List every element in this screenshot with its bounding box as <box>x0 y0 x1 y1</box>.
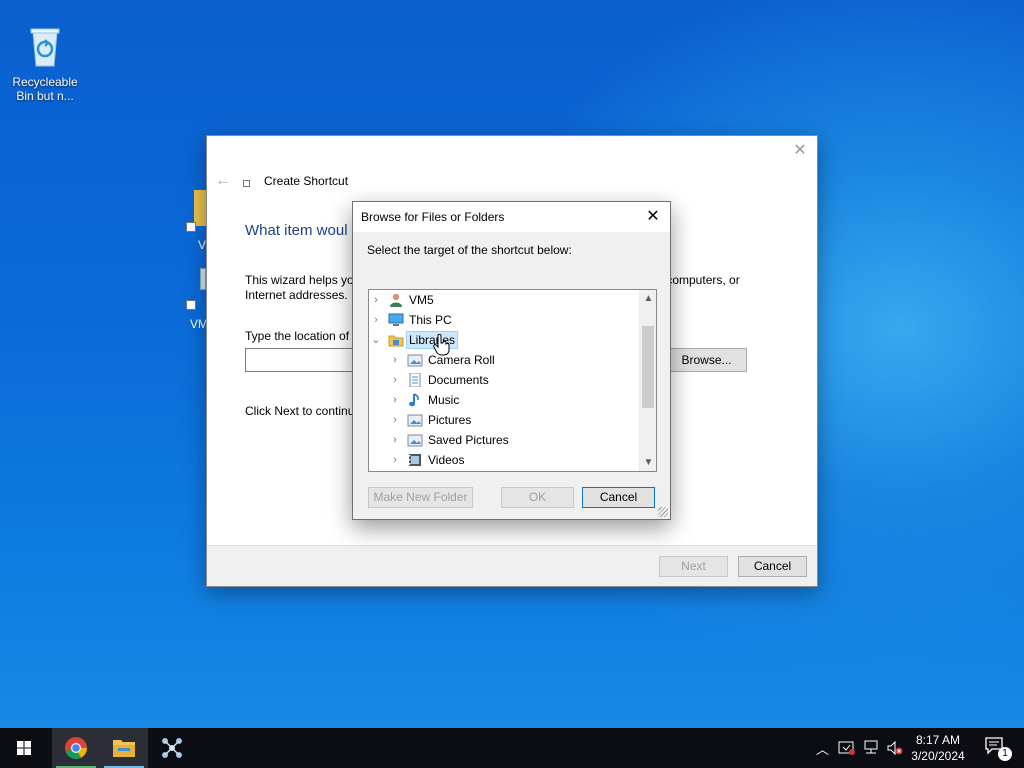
scroll-down-arrow-icon[interactable]: ▼ <box>640 454 656 471</box>
ok-button[interactable]: OK <box>501 487 574 508</box>
tree-item-videos[interactable]: › Videos <box>369 450 637 470</box>
clock-time: 8:17 AM <box>915 733 961 747</box>
chevron-right-icon[interactable]: › <box>389 370 401 390</box>
chevron-down-icon[interactable]: ⌄ <box>370 330 382 350</box>
make-new-folder-button[interactable]: Make New Folder <box>368 487 473 508</box>
hand-cursor-icon <box>433 333 451 356</box>
chevron-right-icon[interactable]: › <box>389 430 401 450</box>
documents-icon <box>407 372 423 388</box>
location-label: Type the location of t <box>245 329 356 343</box>
network-app-icon <box>162 738 182 758</box>
browse-titlebar: Browse for Files or Folders ✕ <box>353 202 670 232</box>
security-icon[interactable] <box>838 740 856 756</box>
tree-item-label: Pictures <box>428 413 472 427</box>
taskbar-file-explorer[interactable] <box>100 728 148 768</box>
clock[interactable]: 8:17 AM 3/20/2024 <box>908 732 968 764</box>
browse-dialog-title: Browse for Files or Folders <box>361 210 505 224</box>
tree-item-vm5[interactable]: › VM5 <box>369 290 637 310</box>
shortcut-arrow-icon <box>186 300 196 310</box>
wizard-footer: Next Cancel <box>207 545 817 586</box>
chevron-right-icon[interactable]: › <box>370 290 382 310</box>
wizard-description-left: This wizard helps you <box>245 273 361 287</box>
picture-library-icon <box>407 433 423 447</box>
tree-item-label: Videos <box>428 453 465 467</box>
libraries-icon <box>388 333 404 347</box>
windows-logo-icon <box>17 741 31 755</box>
chevron-right-icon[interactable]: › <box>389 450 401 470</box>
partial-desktop-icon-2[interactable]: VM <box>186 268 208 332</box>
tree-item-label: Saved Pictures <box>428 433 509 447</box>
chevron-right-icon[interactable]: › <box>370 310 382 330</box>
chevron-right-icon[interactable]: › <box>389 410 401 430</box>
recycle-bin-icon <box>7 24 83 71</box>
wizard-heading: What item woul <box>245 222 348 239</box>
next-button[interactable]: Next <box>659 556 728 577</box>
wizard-title: Create Shortcut <box>264 174 349 188</box>
tree-item-libraries[interactable]: ⌄ Libraries <box>369 330 637 350</box>
network-icon[interactable] <box>862 740 880 756</box>
recycle-bin-desktop-icon[interactable]: Recycleable Bin but n... <box>7 24 83 103</box>
browse-prompt: Select the target of the shortcut below: <box>367 243 572 257</box>
clock-date: 3/20/2024 <box>911 749 965 763</box>
volume-muted-icon[interactable] <box>886 740 904 756</box>
wizard-cancel-button[interactable]: Cancel <box>738 556 807 577</box>
scrollbar-thumb[interactable] <box>642 326 654 408</box>
shortcut-icon <box>243 180 250 187</box>
back-arrow-icon[interactable]: ← <box>215 172 231 190</box>
tree-item-documents[interactable]: › Documents <box>369 370 637 390</box>
taskbar-chrome[interactable] <box>52 728 100 768</box>
notification-count-badge: 1 <box>998 747 1012 761</box>
chevron-up-icon[interactable]: ︿ <box>816 739 829 758</box>
chrome-icon <box>65 737 87 760</box>
picture-library-icon <box>407 353 423 367</box>
scroll-up-arrow-icon[interactable]: ▲ <box>640 290 656 307</box>
tree-item-saved-pictures[interactable]: › Saved Pictures <box>369 430 637 450</box>
tree-item-label: Documents <box>428 373 489 387</box>
browse-close-button[interactable]: ✕ <box>642 206 664 228</box>
picture-library-icon <box>407 413 423 427</box>
wizard-close-button[interactable]: ✕ <box>791 142 809 160</box>
computer-icon <box>388 313 404 327</box>
music-icon <box>407 393 423 407</box>
tree-item-pictures[interactable]: › Pictures <box>369 410 637 430</box>
tree-item-camera-roll[interactable]: › Camera Roll <box>369 350 637 370</box>
recycle-bin-label: Recycleable Bin but n... <box>12 75 78 103</box>
tree-item-label: VM5 <box>409 293 434 307</box>
folder-tree[interactable]: › VM5 › This PC ⌄ Libraries › Camera Rol… <box>368 289 657 472</box>
resize-grip-icon[interactable] <box>658 507 668 517</box>
chevron-right-icon[interactable]: › <box>389 390 401 410</box>
taskbar-network-app[interactable] <box>148 728 196 768</box>
tree-item-label: This PC <box>409 313 452 327</box>
folder-icon <box>194 190 206 226</box>
tree-item-label: Music <box>428 393 460 407</box>
next-hint: Click Next to continu <box>245 404 355 418</box>
wizard-description-line2: Internet addresses. <box>245 288 348 302</box>
system-tray: ︿ <box>812 728 912 768</box>
tree-item-this-pc[interactable]: › This PC <box>369 310 637 330</box>
notification-center-button[interactable]: 1 <box>984 736 1012 761</box>
tree-item-music[interactable]: › Music <box>369 390 637 410</box>
user-icon <box>388 293 404 307</box>
shortcut-arrow-icon <box>186 222 196 232</box>
taskbar: ︿ 8:17 AM 3/20/2024 1 <box>0 728 1024 768</box>
chevron-right-icon[interactable]: › <box>389 350 401 370</box>
partial-icon-label-1: V <box>198 238 207 252</box>
file-explorer-icon <box>113 740 135 757</box>
partial-desktop-icon-1[interactable]: V <box>186 190 207 252</box>
start-button[interactable] <box>0 728 48 768</box>
tree-scrollbar[interactable]: ▲ ▼ <box>639 290 656 471</box>
browse-cancel-button[interactable]: Cancel <box>582 487 655 508</box>
wizard-browse-button[interactable]: Browse... <box>666 348 747 372</box>
videos-icon <box>407 453 423 467</box>
browse-dialog: Browse for Files or Folders ✕ Select the… <box>352 201 671 520</box>
